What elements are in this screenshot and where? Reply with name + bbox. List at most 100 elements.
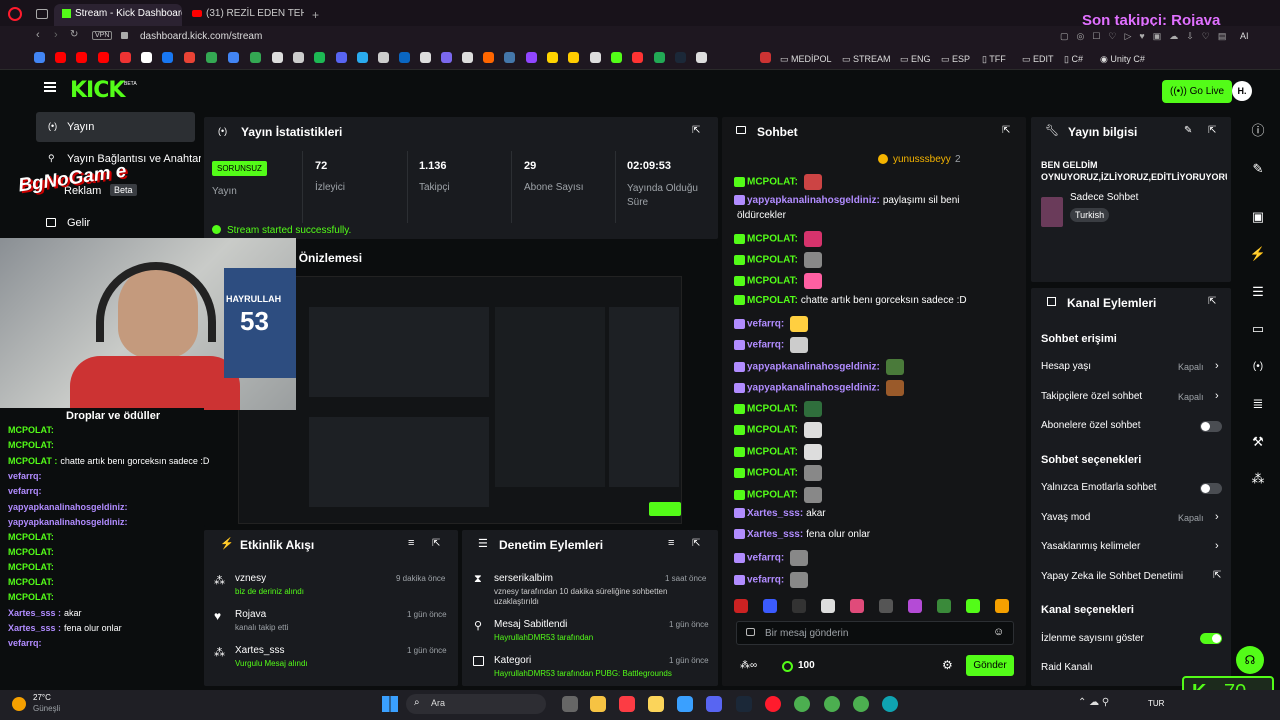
emoji-icon[interactable]: ☺: [993, 626, 1004, 638]
bookmark-folder-eng[interactable]: ▭ ENG: [900, 54, 931, 65]
headset-icon[interactable]: ☊: [1236, 646, 1264, 674]
windows-start-icon[interactable]: [382, 696, 398, 712]
chat-message[interactable]: MCPOLAT: chatte artık benı gorceksın sade…: [734, 295, 967, 306]
chat-message[interactable]: MCPOLAT:: [734, 422, 822, 438]
bookmark-folder-edit[interactable]: ▭ EDIT: [1022, 54, 1054, 65]
preview-video[interactable]: [238, 276, 682, 524]
stack-icon[interactable]: ≣: [1247, 393, 1269, 415]
explorer-icon[interactable]: [590, 696, 606, 712]
popout-icon[interactable]: ⇱: [1208, 125, 1216, 136]
chat-message[interactable]: yapyapkanalinahosgeldiniz: paylaşımı sil …: [734, 195, 960, 206]
activity-item[interactable]: ♥ Rojava kanalı takip etti 1 gün önce: [204, 606, 458, 636]
bookmark-icon[interactable]: [462, 52, 473, 63]
chat-message[interactable]: vefarrq:: [734, 550, 809, 566]
chat-username[interactable]: vefarrq:: [747, 553, 784, 564]
popout-icon[interactable]: ⇱: [692, 538, 700, 549]
bookmark-icon[interactable]: [272, 52, 283, 63]
bookmark-icon[interactable]: [760, 52, 771, 63]
chat-icon[interactable]: ▭: [1247, 318, 1269, 340]
emote-picker-icon[interactable]: [850, 599, 864, 613]
bookmark-icon[interactable]: [632, 52, 643, 63]
bookmark-icon[interactable]: [420, 52, 431, 63]
hamburger-menu-icon[interactable]: [44, 82, 56, 92]
chat-message[interactable]: MCPOLAT:: [734, 273, 822, 289]
popout-icon[interactable]: ⇱: [1208, 296, 1216, 307]
emote-picker-icon[interactable]: [879, 599, 893, 613]
vpn-badge[interactable]: VPN: [92, 31, 113, 40]
bookmark-icon[interactable]: [378, 52, 389, 63]
list-icon[interactable]: ☰: [1247, 281, 1269, 303]
bookmark-icon[interactable]: [696, 52, 707, 63]
chat-username[interactable]: yapyapkanalinahosgeldiniz:: [747, 362, 880, 373]
ai-icon[interactable]: AI: [1240, 31, 1249, 41]
bookmark-icon[interactable]: [98, 52, 109, 63]
bookmark-folder-esp[interactable]: ▭ ESP: [941, 54, 970, 65]
chat-message[interactable]: yapyapkanalinahosgeldiniz:: [734, 359, 904, 375]
chat-message[interactable]: MCPOLAT:: [734, 487, 822, 503]
bookmark-icon[interactable]: [675, 52, 686, 63]
chat-username[interactable]: Xartes_sss:: [747, 529, 803, 540]
bookmark-icon[interactable]: [568, 52, 579, 63]
new-tab-button[interactable]: +: [312, 8, 319, 22]
folder-icon[interactable]: [648, 696, 664, 712]
show-viewers-toggle[interactable]: [1200, 633, 1222, 644]
chat-username[interactable]: MCPOLAT:: [747, 177, 798, 188]
bookmark-icon[interactable]: [184, 52, 195, 63]
kick-logo[interactable]: KICK: [70, 78, 125, 103]
opera-logo-icon[interactable]: [8, 7, 22, 21]
chat-message[interactable]: Xartes_sss: akar: [734, 508, 826, 519]
chat-message[interactable]: MCPOLAT:: [734, 231, 822, 247]
reload-icon[interactable]: ↻: [70, 29, 78, 40]
activity-item[interactable]: ⁂ vznesy biz de deriniz alındı 9 dakika …: [204, 570, 458, 600]
sidebar-item-yayin[interactable]: (•) Yayın: [36, 112, 195, 142]
bookmark-icon[interactable]: [336, 52, 347, 63]
moderation-item[interactable]: ⧗ serserikalbim 1 saat önce vznesy taraf…: [462, 570, 718, 610]
chat-username[interactable]: MCPOLAT:: [747, 255, 798, 266]
go-live-button[interactable]: ((•)) Go Live: [1162, 80, 1233, 103]
chat-username[interactable]: vefarrq:: [747, 575, 784, 586]
bookmark-icon[interactable]: [76, 52, 87, 63]
pinned-user[interactable]: yunusssbeyy: [893, 154, 951, 165]
chat-message[interactable]: vefarrq:: [734, 316, 809, 332]
emote-picker-icon[interactable]: [821, 599, 835, 613]
bookmark-folder-medipol[interactable]: ▭ MEDİPOL: [780, 54, 832, 65]
popout-icon[interactable]: ⇱: [1002, 125, 1010, 136]
bookmark-icon[interactable]: [399, 52, 410, 63]
chat-message[interactable]: Xartes_sss: fena olur onlar: [734, 529, 870, 540]
tray-icons[interactable]: ⌃ ☁ ⚲: [1078, 697, 1109, 708]
taskview-icon[interactable]: [562, 696, 578, 712]
taskbar-search[interactable]: ⌕ Ara: [406, 694, 546, 714]
chrome-icon[interactable]: [794, 696, 810, 712]
tab-kick-dashboard[interactable]: Stream - Kick Dashboard: [54, 4, 182, 26]
viewers-toggle-icon[interactable]: ⁂∞: [740, 660, 757, 671]
bookmark-folder-stream[interactable]: ▭ STREAM: [842, 54, 891, 65]
emote-only-toggle[interactable]: [1200, 483, 1222, 494]
app-icon[interactable]: [677, 696, 693, 712]
chat-username[interactable]: vefarrq:: [747, 319, 784, 330]
category-name[interactable]: Sadece Sohbet: [1070, 192, 1138, 203]
emote-picker-icon[interactable]: [966, 599, 980, 613]
music-icon[interactable]: [619, 696, 635, 712]
bookmark-icon[interactable]: [611, 52, 622, 63]
activity-item[interactable]: ⁂ Xartes_sss Vurgulu Mesaj alındı 1 gün …: [204, 642, 458, 672]
chat-message[interactable]: vefarrq:: [734, 572, 809, 588]
send-button[interactable]: Gönder: [966, 655, 1014, 676]
emote-picker-icon[interactable]: [734, 599, 748, 613]
extensions-icon[interactable]: ▢◎☐♡▷♥▣☁⇩♡▤: [1060, 31, 1240, 41]
chevron-right-icon[interactable]: ›: [1215, 511, 1219, 523]
broadcast-icon[interactable]: (•): [1247, 356, 1269, 378]
keyboard-lang[interactable]: TUR: [1148, 699, 1164, 708]
chat-message[interactable]: vefarrq:: [734, 337, 809, 353]
chat-input[interactable]: Bir mesaj gönderin ☺: [736, 621, 1014, 645]
bookmark-unity[interactable]: ◉ Unity C#: [1100, 54, 1145, 65]
chat-username[interactable]: Xartes_sss:: [747, 508, 803, 519]
chat-username[interactable]: MCPOLAT:: [747, 490, 798, 501]
bookmark-tff[interactable]: ▯ TFF: [982, 54, 1006, 65]
filter-icon[interactable]: ≡: [668, 537, 674, 549]
chat-username[interactable]: yapyapkanalinahosgeldiniz:: [747, 195, 880, 206]
forward-icon[interactable]: ›: [54, 29, 58, 41]
steam-icon[interactable]: [736, 696, 752, 712]
chat-username[interactable]: MCPOLAT:: [747, 276, 798, 287]
popout-icon[interactable]: ⇱: [432, 538, 440, 549]
edit-icon[interactable]: ✎: [1184, 125, 1192, 136]
